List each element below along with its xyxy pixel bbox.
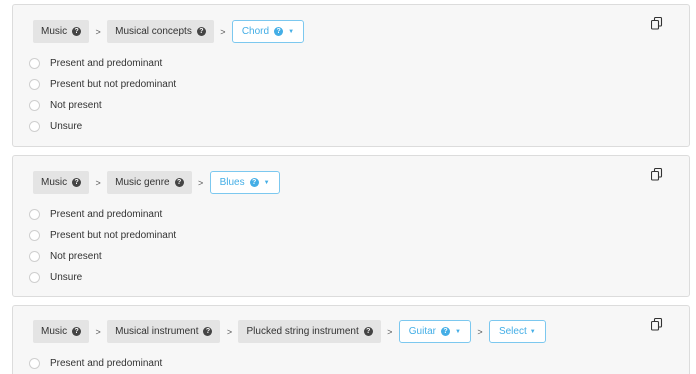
radio-button[interactable]: [29, 58, 40, 69]
radio-option[interactable]: Unsure: [29, 267, 176, 288]
radio-button[interactable]: [29, 121, 40, 132]
radio-option[interactable]: Not present: [29, 246, 176, 267]
question-circle-icon[interactable]: ?: [274, 27, 284, 36]
dropdown-label: Chord: [241, 26, 270, 37]
breadcrumb: Music ? > Musical concepts ? > Chord ? ▼: [33, 20, 305, 43]
annotation-card-chord: Music ? > Musical concepts ? > Chord ? ▼…: [12, 4, 690, 147]
radio-option[interactable]: Present and predominant: [29, 53, 176, 74]
crumb-label: Music: [41, 326, 68, 337]
radio-option[interactable]: Present and predominant: [29, 353, 162, 374]
crumb-music-genre[interactable]: Music genre ?: [107, 171, 192, 194]
radio-label: Present and predominant: [50, 209, 163, 220]
breadcrumb-separator: >: [387, 326, 393, 337]
question-circle-icon[interactable]: ?: [203, 327, 213, 336]
breadcrumb-separator: >: [220, 26, 226, 37]
dropdown-guitar[interactable]: Guitar ? ▼: [398, 320, 471, 343]
copy-icon[interactable]: [651, 318, 663, 331]
crumb-label: Music genre: [115, 177, 170, 188]
dropdown-blues[interactable]: Blues ? ▼: [209, 171, 280, 194]
breadcrumb-separator: >: [226, 326, 233, 337]
radio-option[interactable]: Present but not predominant: [29, 74, 176, 95]
crumb-music[interactable]: Music ?: [33, 171, 90, 194]
question-circle-icon[interactable]: ?: [174, 178, 184, 187]
dropdown-label: Blues: [219, 177, 245, 188]
radio-button[interactable]: [29, 209, 40, 220]
crumb-label: Music: [41, 26, 68, 37]
breadcrumb-separator: >: [95, 326, 101, 337]
crumb-label: Musical concepts: [115, 26, 192, 37]
question-circle-icon[interactable]: ?: [249, 178, 259, 187]
question-circle-icon[interactable]: ?: [196, 27, 206, 36]
radio-label: Present but not predominant: [50, 230, 177, 241]
caret-down-icon: ▼: [288, 28, 295, 35]
crumb-label: Musical instrument: [115, 326, 199, 337]
radio-button[interactable]: [29, 272, 40, 283]
caret-down-icon: ▼: [455, 328, 461, 335]
radio-label: Not present: [50, 251, 102, 262]
breadcrumb-separator: >: [95, 177, 101, 188]
radio-label: Unsure: [50, 121, 83, 132]
radio-label: Unsure: [50, 272, 83, 283]
breadcrumb: Music ? > Music genre ? > Blues ? ▼: [33, 171, 280, 194]
radio-button[interactable]: [29, 251, 40, 262]
radio-label: Not present: [50, 100, 102, 111]
crumb-label: Music: [41, 177, 68, 188]
question-circle-icon[interactable]: ?: [363, 327, 373, 336]
caret-down-icon: ▼: [529, 328, 536, 335]
radio-option[interactable]: Present but not predominant: [29, 225, 176, 246]
radio-group: Present and predominant Present but not …: [29, 204, 176, 288]
radio-button[interactable]: [29, 79, 40, 90]
caret-down-icon: ▼: [263, 179, 270, 186]
dropdown-chord[interactable]: Chord ? ▼: [231, 20, 305, 43]
radio-option[interactable]: Unsure: [29, 116, 176, 137]
breadcrumb: Music ? > Musical instrument ? > Plucked…: [33, 320, 546, 343]
radio-option[interactable]: Present and predominant: [29, 204, 176, 225]
radio-button[interactable]: [29, 358, 40, 369]
breadcrumb-separator: >: [477, 326, 483, 337]
dropdown-select[interactable]: Select ▼: [488, 320, 546, 343]
radio-group: Present and predominant: [29, 353, 162, 374]
radio-label: Present but not predominant: [50, 79, 177, 90]
breadcrumb-separator: >: [197, 177, 204, 188]
annotation-card-guitar: Music ? > Musical instrument ? > Plucked…: [12, 305, 690, 374]
crumb-musical-instrument[interactable]: Musical instrument ?: [107, 320, 221, 343]
breadcrumb-separator: >: [95, 26, 101, 37]
crumb-plucked-string-instrument[interactable]: Plucked string instrument ?: [238, 320, 381, 343]
crumb-music[interactable]: Music ?: [33, 320, 90, 343]
crumb-music[interactable]: Music ?: [33, 20, 90, 43]
question-circle-icon[interactable]: ?: [441, 327, 450, 336]
crumb-musical-concepts[interactable]: Musical concepts ?: [107, 20, 214, 43]
radio-label: Present and predominant: [50, 358, 163, 369]
annotation-card-blues: Music ? > Music genre ? > Blues ? ▼ Pres…: [12, 155, 690, 297]
crumb-label: Plucked string instrument: [246, 326, 359, 337]
radio-button[interactable]: [29, 100, 40, 111]
copy-icon[interactable]: [651, 168, 663, 181]
radio-group: Present and predominant Present but not …: [29, 53, 176, 137]
dropdown-label: Select: [498, 326, 527, 337]
radio-button[interactable]: [29, 230, 40, 241]
radio-label: Present and predominant: [50, 58, 163, 69]
question-circle-icon[interactable]: ?: [72, 327, 82, 336]
copy-icon[interactable]: [651, 17, 663, 30]
radio-option[interactable]: Not present: [29, 95, 176, 116]
dropdown-label: Guitar: [408, 326, 436, 337]
question-circle-icon[interactable]: ?: [72, 178, 82, 187]
question-circle-icon[interactable]: ?: [72, 27, 82, 36]
